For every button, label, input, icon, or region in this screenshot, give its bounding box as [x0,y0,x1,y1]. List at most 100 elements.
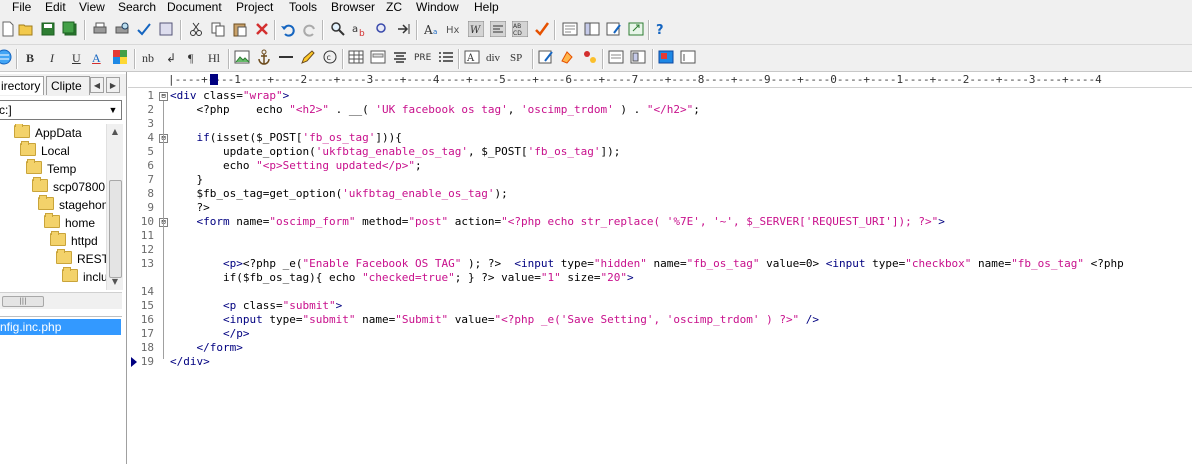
code-line[interactable]: </p> [170,327,250,341]
anchor-icon[interactable] [256,49,272,65]
fold-toggle-icon[interactable]: ⊟ [159,92,168,101]
menu-search[interactable]: Search [118,0,156,16]
save-icon[interactable] [40,21,56,37]
tree-item[interactable]: Temp [26,159,76,178]
snippet-icon[interactable] [680,49,696,65]
delete-icon[interactable] [254,21,270,37]
br-button[interactable]: ↲ [166,50,176,66]
copy-icon[interactable] [210,21,226,37]
code-line[interactable]: <form name="oscimp_form" method="post" a… [170,215,944,229]
tab-cliptext[interactable]: Clipte [46,76,90,95]
grid-view-icon[interactable] [608,49,624,65]
word-wrap-icon[interactable]: W [468,21,484,37]
toggle-panel-icon[interactable] [584,21,600,37]
font-color-button[interactable]: A [92,50,101,66]
print-icon[interactable] [92,21,108,37]
tag-edit-icon[interactable]: A [464,49,480,65]
code-line[interactable]: if(isset($_POST['fb_os_tag'])){ [170,131,402,145]
browser-preview-icon[interactable] [562,21,578,37]
menu-tools[interactable]: Tools [289,0,317,16]
menu-help[interactable]: Help [474,0,499,16]
menu-edit[interactable]: Edit [45,0,66,16]
menu-project[interactable]: Project [236,0,273,16]
color-picker-icon[interactable] [112,49,128,65]
line-numbers-icon[interactable]: AB CD [512,21,528,37]
menu-view[interactable]: View [79,0,105,16]
print-preview-icon[interactable] [114,21,130,37]
syntax-check-icon[interactable] [534,21,550,37]
menu-browser[interactable]: Browser [331,0,375,16]
code-line[interactable]: } [170,173,203,187]
undo-icon[interactable] [280,21,296,37]
globe-icon[interactable] [0,49,12,65]
hex-icon[interactable]: Hx [446,21,462,37]
code-line[interactable]: </div> [170,355,210,369]
external-preview-icon[interactable] [628,21,644,37]
tab-directory[interactable]: irectory [0,76,44,95]
scroll-thumb[interactable] [109,180,122,278]
hr-icon[interactable] [278,49,294,65]
form-icon[interactable] [370,49,386,65]
paragraph-button[interactable]: ¶ [188,50,193,66]
new-file-icon[interactable] [0,21,16,37]
drive-select[interactable]: c:] ▼ [0,100,122,120]
replace-icon[interactable]: ab [352,21,368,37]
align-icon[interactable] [392,49,408,65]
code-line[interactable]: ?> [170,201,209,215]
menu-zc[interactable]: ZC [386,0,402,16]
table-icon[interactable] [348,49,364,65]
pencil-icon[interactable] [300,49,316,65]
code-line[interactable]: <p class="submit"> [170,299,342,313]
paste-icon[interactable] [232,21,248,37]
spellcheck-icon[interactable] [136,21,152,37]
code-line[interactable]: <input type="submit" name="Submit" value… [170,313,819,327]
tag-clear-icon[interactable] [538,49,554,65]
tree-item[interactable]: scp07800 [32,177,105,196]
menu-file[interactable]: File [12,0,31,16]
nbsp-button[interactable]: nb [142,50,154,66]
hscroll-thumb[interactable]: ||| [2,296,44,307]
find-in-files-icon[interactable] [158,21,174,37]
list-view-icon[interactable] [438,49,454,65]
menu-document[interactable]: Document [167,0,222,16]
tab-scroll-left-icon[interactable]: ◀ [90,77,104,93]
object-icon[interactable] [658,49,674,65]
font-size-icon[interactable]: Aa [424,21,440,37]
tree-vertical-scrollbar[interactable]: ▲ ▼ [106,124,123,290]
redo-icon[interactable] [302,21,318,37]
tree-item[interactable]: home [44,213,95,232]
tree-item[interactable]: httpd [50,231,98,250]
code-line[interactable]: <div class="wrap"> [170,89,289,103]
css-icon[interactable] [560,49,576,65]
underline-button[interactable]: U [72,50,81,66]
find-next-icon[interactable] [374,21,390,37]
tree-horizontal-scrollbar[interactable]: ||| [0,292,122,309]
bold-button[interactable]: B [26,50,34,66]
pre-button[interactable]: PRE [414,50,431,66]
tree-item[interactable]: Local [20,141,70,160]
image-icon[interactable] [234,49,250,65]
italic-button[interactable]: I [50,50,54,66]
code-line[interactable]: if($fb_os_tag){ echo "checked=true"; } ?… [170,271,634,285]
file-item-selected[interactable]: nfig.inc.php [0,319,121,335]
find-icon[interactable] [330,21,346,37]
code-line[interactable]: </form> [170,341,242,355]
tab-scroll-right-icon[interactable]: ▶ [106,77,120,93]
code-editor[interactable]: |----+----1----+----2----+----3----+----… [128,72,1192,464]
code-line[interactable]: $fb_os_tag=get_option('ukfbtag_enable_os… [170,187,507,201]
insert-frame-icon[interactable] [630,49,646,65]
scroll-up-icon[interactable]: ▲ [107,124,123,140]
tree-item[interactable]: AppData [14,124,82,142]
tree-item[interactable]: stagehom [38,195,112,214]
menu-window[interactable]: Window [416,0,459,16]
edit-template-icon[interactable] [606,21,622,37]
code-line[interactable]: echo "<p>Setting updated</p>"; [170,159,422,173]
goto-line-icon[interactable] [396,21,412,37]
scroll-down-icon[interactable]: ▼ [107,274,123,290]
heading-button[interactable]: Hl [208,50,220,66]
copyright-icon[interactable]: c [322,49,338,65]
script-icon[interactable] [582,49,598,65]
save-all-icon[interactable] [62,21,78,37]
span-button[interactable]: SP [510,50,522,66]
code-line[interactable]: <?php echo "<h2>" . __( 'UK facebook os … [170,103,699,117]
